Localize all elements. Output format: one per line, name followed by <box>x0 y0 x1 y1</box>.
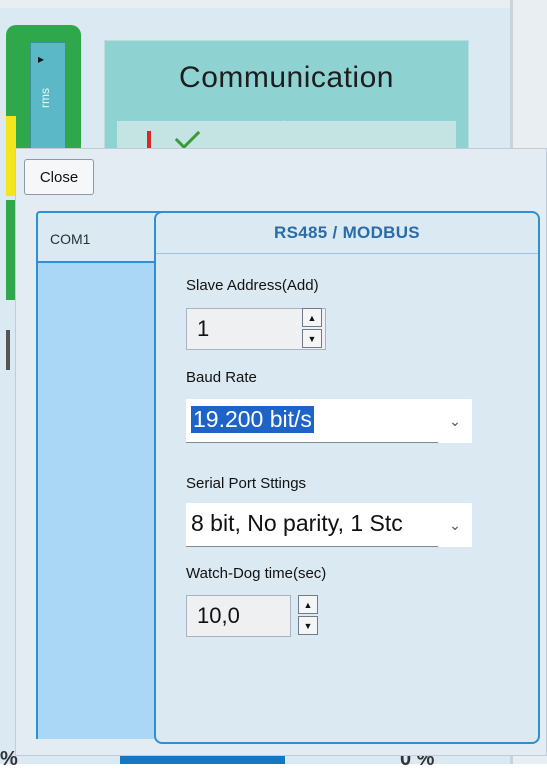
slave-address-value: 1 <box>197 316 210 341</box>
slave-address-spin-buttons: ▲ ▼ <box>302 308 322 348</box>
slave-address-label: Slave Address(Add) <box>186 277 319 294</box>
chevron-down-icon[interactable]: ⌄ <box>438 399 472 443</box>
baud-rate-label: Baud Rate <box>186 369 257 386</box>
rs485-settings-panel: RS485 / MODBUS Slave Address(Add) 1 ▲ ▼ … <box>154 211 540 744</box>
spin-down-arrow-icon[interactable]: ▼ <box>302 329 322 348</box>
expand-arrow-icon[interactable]: ▸ <box>38 52 44 66</box>
com-settings-dialog: Close COM1 RS485 / MODBUS Slave Address(… <box>15 148 547 756</box>
panel-title: RS485 / MODBUS <box>274 223 420 242</box>
panel-title-divider <box>156 253 538 254</box>
watchdog-spin-buttons: ▲ ▼ <box>298 595 318 635</box>
baud-rate-value: 19.200 bit/s <box>191 406 314 433</box>
port-tab-com1[interactable]: COM1 <box>36 211 168 263</box>
port-list-panel <box>36 263 168 739</box>
serial-port-settings-select[interactable]: 8 bit, No parity, 1 Stc <box>186 503 438 547</box>
watchdog-time-label: Watch-Dog time(sec) <box>186 565 327 582</box>
communication-card[interactable]: Communication <box>104 40 469 152</box>
spin-up-arrow-icon[interactable]: ▲ <box>302 308 322 327</box>
serial-port-settings-label: Serial Port Sttings <box>186 475 307 492</box>
spin-up-arrow-icon[interactable]: ▲ <box>298 595 318 614</box>
port-tab-label: COM1 <box>50 231 91 247</box>
side-tab-label: rms <box>38 88 52 108</box>
baud-rate-select[interactable]: 19.200 bit/s <box>186 399 438 443</box>
chevron-down-icon[interactable]: ⌄ <box>438 503 472 547</box>
serial-port-settings-value: 8 bit, No parity, 1 Stc <box>191 510 403 536</box>
watchdog-time-stepper[interactable]: 10,0 <box>186 595 291 637</box>
communication-title: Communication <box>179 61 394 94</box>
card-pointer-caret <box>270 120 298 134</box>
side-dark-marker <box>6 330 10 370</box>
spin-down-arrow-icon[interactable]: ▼ <box>298 616 318 635</box>
watchdog-time-value: 10,0 <box>197 603 240 628</box>
close-button[interactable]: Close <box>24 159 94 195</box>
